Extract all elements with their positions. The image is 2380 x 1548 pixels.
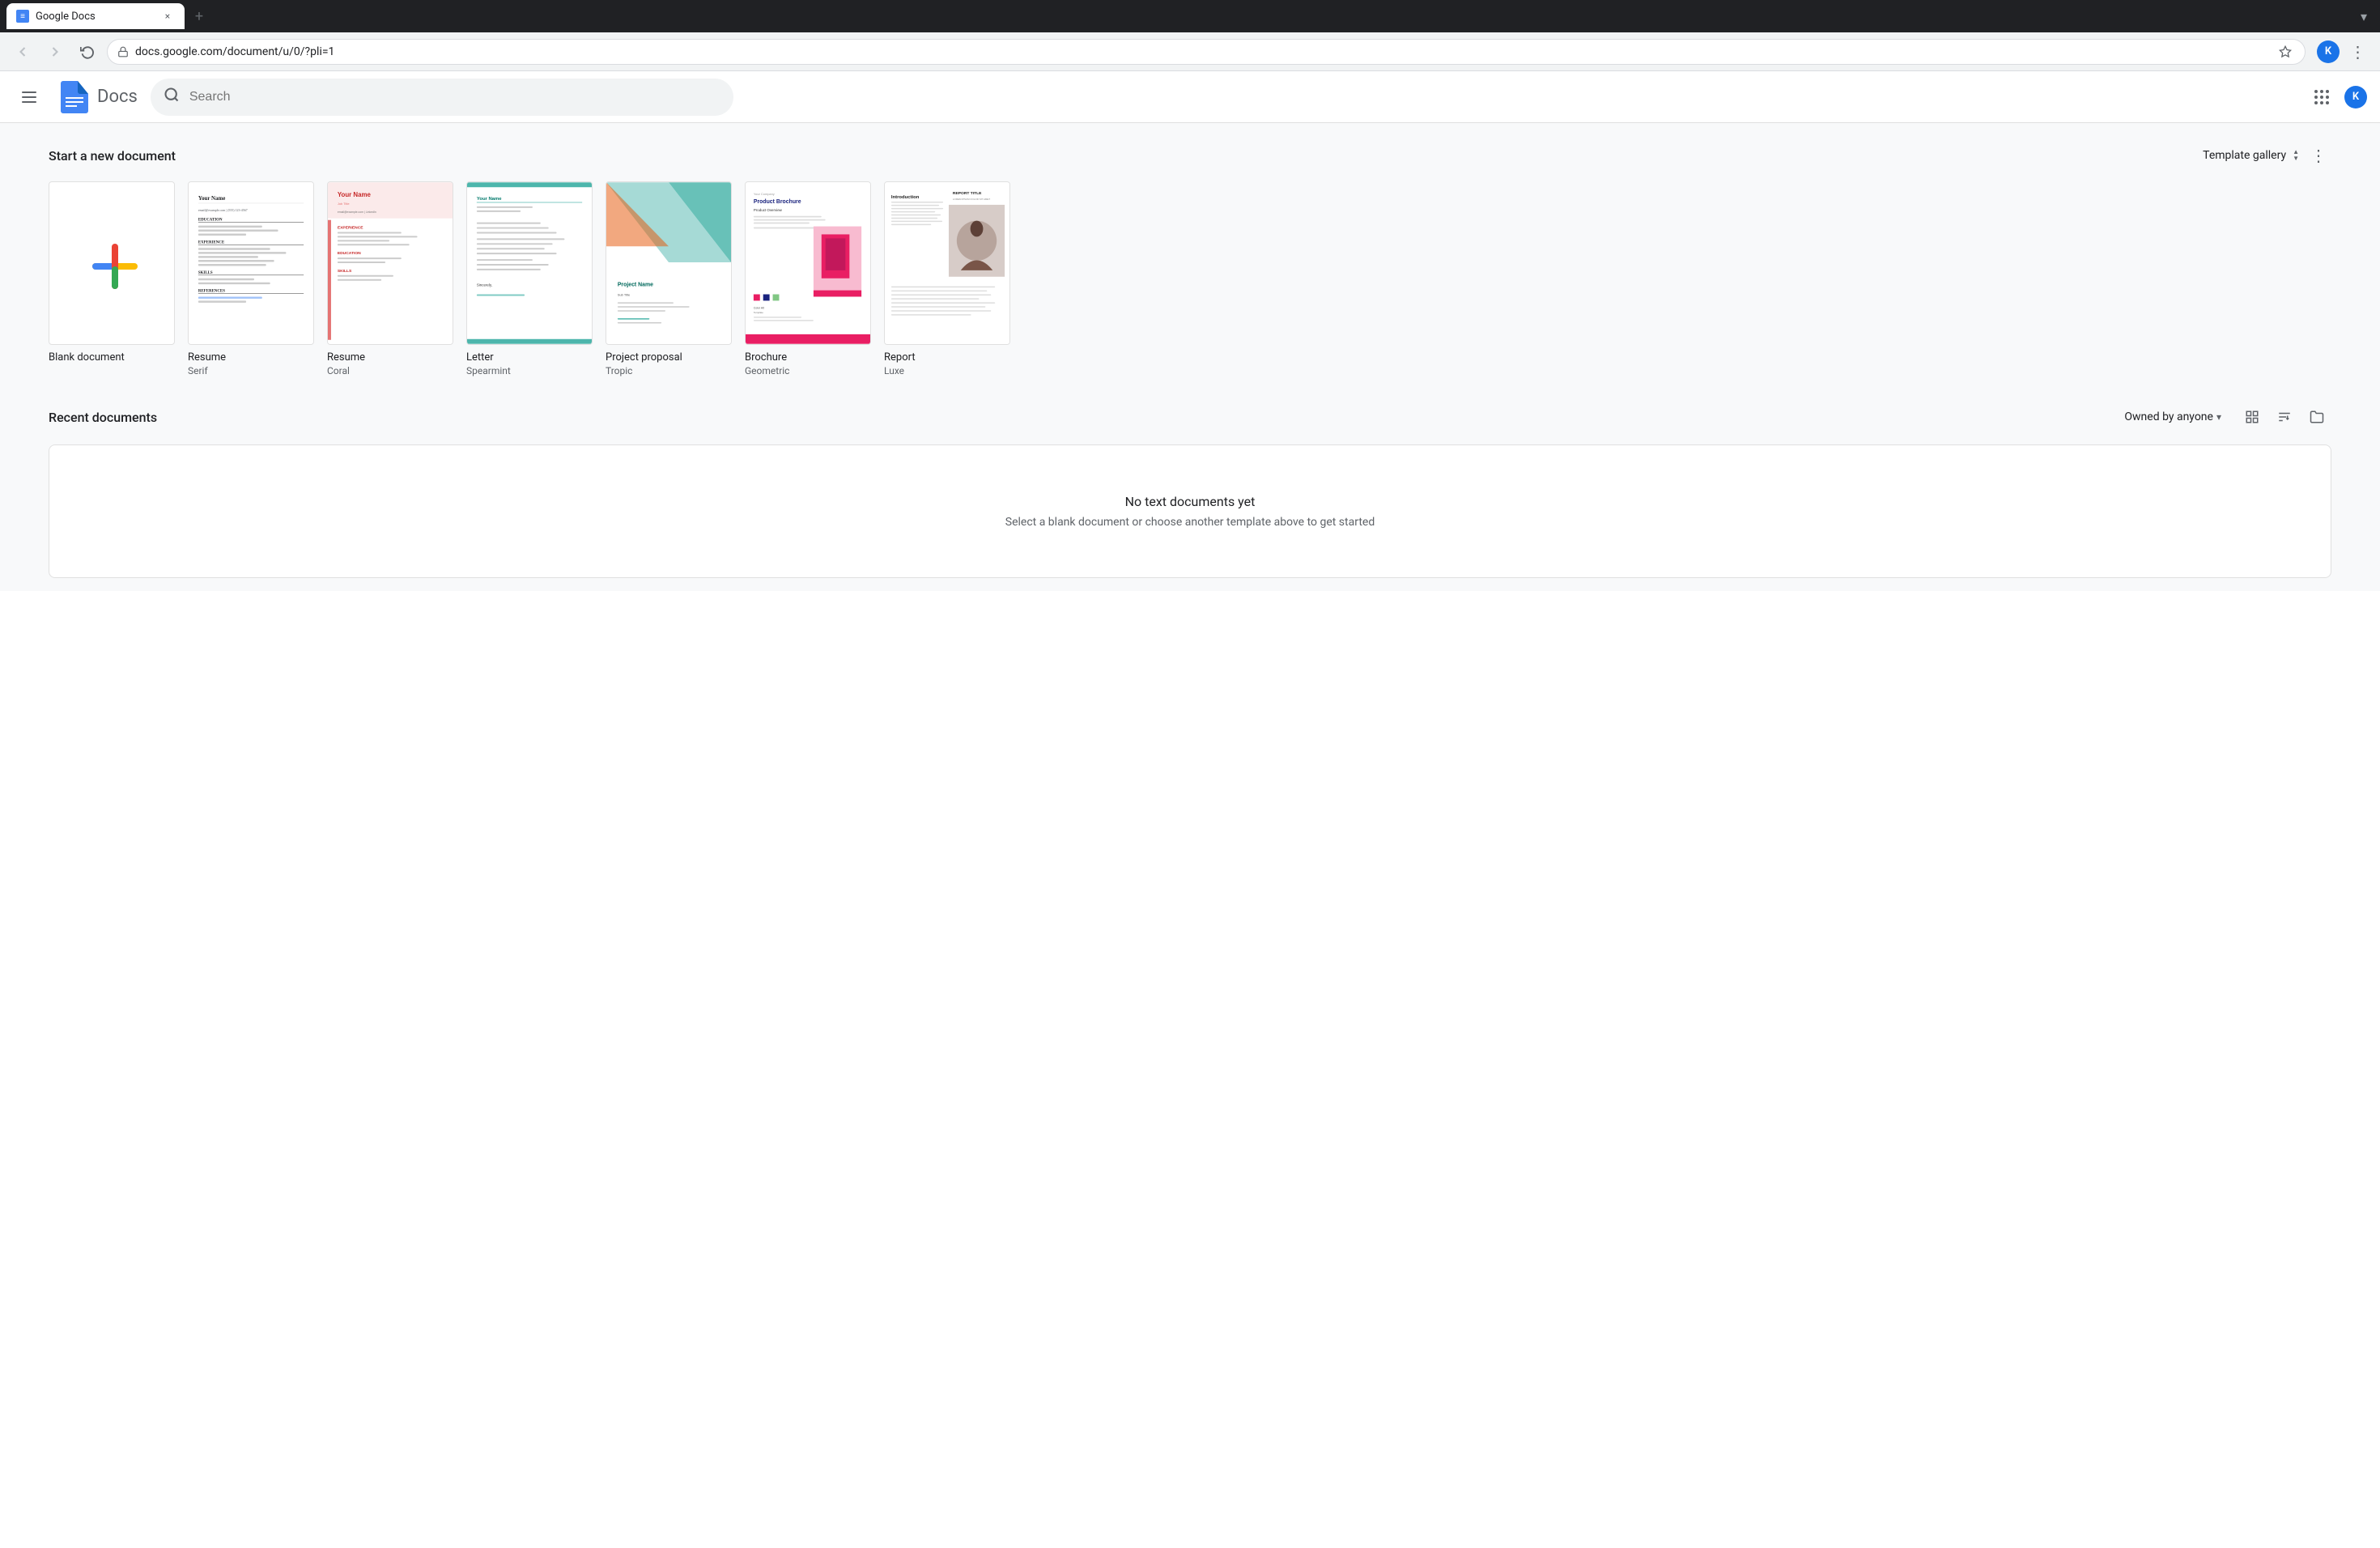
- template-letter-spearmint-name: Letter: [466, 351, 593, 364]
- search-bar[interactable]: [151, 79, 733, 116]
- svg-text:EXPERIENCE: EXPERIENCE: [198, 240, 225, 245]
- app-bar: Docs K: [0, 71, 2380, 123]
- grid-dots-icon: [2314, 90, 2329, 104]
- recent-section-title: Recent documents: [49, 410, 157, 425]
- address-bar[interactable]: docs.google.com/document/u/0/?pli=1: [107, 39, 2306, 65]
- docs-logo[interactable]: Docs: [58, 81, 138, 113]
- template-resume-serif-name: Resume: [188, 351, 314, 364]
- back-button[interactable]: [10, 39, 36, 65]
- window-collapse-button[interactable]: ▾: [2354, 6, 2374, 26]
- no-docs-title: No text documents yet: [66, 494, 2314, 509]
- template-gallery-button[interactable]: Template gallery ▲ ▼: [2203, 149, 2299, 162]
- address-text: docs.google.com/document/u/0/?pli=1: [135, 45, 2269, 58]
- svg-text:Introduction: Introduction: [891, 195, 920, 200]
- svg-text:Sub Title: Sub Title: [618, 292, 631, 296]
- svg-text:Your Name: Your Name: [338, 191, 372, 198]
- templates-section-title: Start a new document: [49, 148, 176, 164]
- svg-text:REFERENCES: REFERENCES: [198, 290, 225, 294]
- template-brochure-geometric-thumb: Your Company Product Brochure Product Ov…: [745, 181, 871, 345]
- svg-text:Job Title: Job Title: [338, 202, 350, 206]
- tab-favicon: [16, 10, 29, 23]
- svg-text:Product Overview: Product Overview: [754, 208, 783, 212]
- template-project-tropic-name: Project proposal: [606, 351, 732, 364]
- hamburger-menu-button[interactable]: [13, 81, 45, 113]
- user-avatar: K: [2317, 40, 2340, 63]
- hamburger-icon: [22, 91, 36, 103]
- template-letter-spearmint[interactable]: Your Name: [466, 181, 593, 376]
- list-view-button[interactable]: [2238, 402, 2267, 432]
- templates-grid: Blank document Your Name email@example.c…: [49, 181, 2331, 376]
- forward-button[interactable]: [42, 39, 68, 65]
- template-resume-coral-subname: Coral: [327, 365, 453, 376]
- owned-by-dropdown[interactable]: Owned by anyone ▾: [2114, 406, 2231, 428]
- svg-text:email@example.com | LinkedIn: email@example.com | LinkedIn: [338, 211, 376, 214]
- folder-button[interactable]: [2302, 402, 2331, 432]
- template-report-luxe-subname: Luxe: [884, 365, 1010, 376]
- svg-text:LOREM IPSUM COLOR SIT AMET: LOREM IPSUM COLOR SIT AMET: [953, 198, 990, 201]
- refresh-button[interactable]: [74, 39, 100, 65]
- template-brochure-geometric[interactable]: Your Company Product Brochure Product Ov…: [745, 181, 871, 376]
- template-resume-coral-name: Resume: [327, 351, 453, 364]
- owned-by-label: Owned by anyone: [2124, 410, 2213, 423]
- browser-tab[interactable]: Google Docs ×: [6, 3, 185, 29]
- template-resume-coral[interactable]: Your Name Job Title email@example.com | …: [327, 181, 453, 376]
- svg-text:Product Brochure: Product Brochure: [754, 199, 801, 205]
- template-brochure-geometric-name: Brochure: [745, 351, 871, 364]
- tab-close-button[interactable]: ×: [160, 9, 175, 23]
- gallery-arrows-icon: ▲ ▼: [2293, 149, 2299, 162]
- template-project-tropic-subname: Tropic: [606, 365, 732, 376]
- svg-text:EDUCATION: EDUCATION: [198, 219, 223, 223]
- svg-text:EDUCATION: EDUCATION: [338, 251, 361, 256]
- svg-text:EXPERIENCE: EXPERIENCE: [338, 226, 363, 231]
- search-input[interactable]: [189, 90, 720, 104]
- svg-text:Template: Template: [754, 311, 763, 314]
- template-letter-spearmint-thumb: Your Name: [466, 181, 593, 345]
- svg-text:Your Company: Your Company: [754, 192, 775, 196]
- browser-menu-button[interactable]: ⋮: [2344, 39, 2370, 65]
- svg-text:email@example.com | (555) 123-: email@example.com | (555) 123-4567: [198, 208, 248, 212]
- owned-by-chevron-icon: ▾: [2216, 411, 2221, 423]
- search-icon: [164, 87, 180, 107]
- template-report-luxe-name: Report: [884, 351, 1010, 364]
- svg-text:Sincerely,: Sincerely,: [477, 283, 492, 287]
- template-report-luxe[interactable]: REPORT TITLE LOREM IPSUM COLOR SIT AMET …: [884, 181, 1010, 376]
- template-project-tropic-thumb: Project Name Sub Title: [606, 181, 732, 345]
- template-project-tropic[interactable]: Project Name Sub Title Project proposal …: [606, 181, 732, 376]
- plus-icon: [92, 244, 131, 283]
- bookmark-button[interactable]: [2276, 42, 2295, 62]
- template-letter-spearmint-subname: Spearmint: [466, 365, 593, 376]
- new-tab-button[interactable]: +: [188, 5, 210, 28]
- template-gallery-label: Template gallery: [2203, 149, 2286, 162]
- svg-text:Project Name: Project Name: [618, 283, 653, 288]
- template-blank-name: Blank document: [49, 351, 175, 364]
- svg-text:Color Alt: Color Alt: [754, 306, 764, 309]
- sort-button[interactable]: [2270, 402, 2299, 432]
- template-blank-thumb: [49, 181, 175, 345]
- svg-text:REPORT TITLE: REPORT TITLE: [953, 191, 982, 196]
- apps-button[interactable]: [2306, 81, 2338, 113]
- template-blank[interactable]: Blank document: [49, 181, 175, 376]
- no-docs-subtitle: Select a blank document or choose anothe…: [66, 516, 2314, 529]
- docs-logo-icon: [58, 81, 91, 113]
- tab-title: Google Docs: [36, 11, 154, 23]
- svg-text:Your Name: Your Name: [477, 197, 502, 202]
- template-resume-serif[interactable]: Your Name email@example.com | (555) 123-…: [188, 181, 314, 376]
- template-resume-coral-thumb: Your Name Job Title email@example.com | …: [327, 181, 453, 345]
- docs-logo-text: Docs: [97, 87, 138, 107]
- svg-text:SKILLS: SKILLS: [338, 269, 352, 274]
- template-resume-serif-subname: Serif: [188, 365, 314, 376]
- no-docs-area: No text documents yet Select a blank doc…: [49, 444, 2331, 578]
- user-avatar-app[interactable]: K: [2344, 86, 2367, 108]
- template-report-luxe-thumb: REPORT TITLE LOREM IPSUM COLOR SIT AMET …: [884, 181, 1010, 345]
- account-button[interactable]: K: [2315, 39, 2341, 65]
- template-resume-serif-thumb: Your Name email@example.com | (555) 123-…: [188, 181, 314, 345]
- template-brochure-geometric-subname: Geometric: [745, 365, 871, 376]
- svg-text:SKILLS: SKILLS: [198, 271, 213, 275]
- templates-more-button[interactable]: ⋮: [2306, 142, 2331, 168]
- svg-text:Your Name: Your Name: [198, 196, 225, 202]
